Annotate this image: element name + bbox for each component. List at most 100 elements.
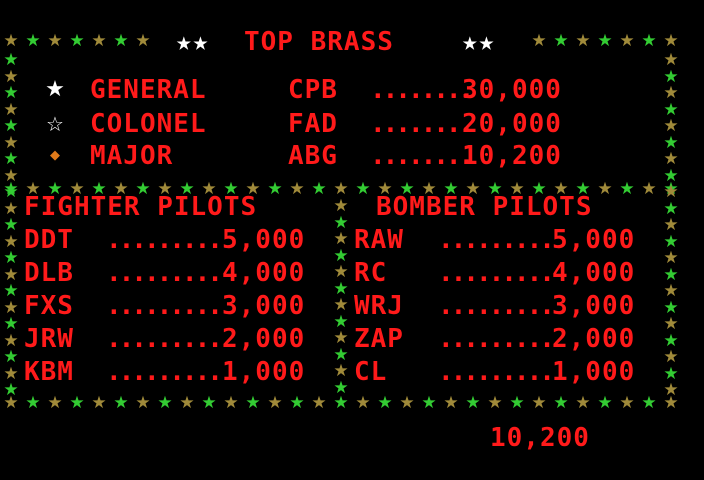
dot-leader: ......... xyxy=(106,291,223,321)
border-star-icon: ★ xyxy=(113,393,129,413)
score-value: 3,000 xyxy=(552,291,636,321)
border-star-icon: ★ xyxy=(289,179,305,199)
dot-leader: ......... xyxy=(438,291,555,321)
player-initials: RC xyxy=(354,258,388,288)
player-initials: CPB xyxy=(288,75,338,105)
dot-leader: ......... xyxy=(106,324,223,354)
score-value: 4,000 xyxy=(222,258,306,288)
border-star-icon: ★ xyxy=(47,393,63,413)
dot-leader: ......... xyxy=(106,225,223,255)
border-star-icon: ★ xyxy=(597,179,613,199)
player-initials: FXS xyxy=(24,291,74,321)
title-stars-left-icon: ★★ xyxy=(176,27,210,57)
dot-leader: ........ xyxy=(370,109,474,139)
border-star-icon: ★ xyxy=(311,179,327,199)
player-initials: WRJ xyxy=(354,291,404,321)
score-value: 1,000 xyxy=(222,357,306,387)
border-star-icon: ★ xyxy=(421,393,437,413)
player-initials: RAW xyxy=(354,225,404,255)
border-star-icon: ★ xyxy=(575,31,591,51)
score-value: 1,000 xyxy=(552,357,636,387)
border-star-icon: ★ xyxy=(3,31,19,51)
border-star-icon: ★ xyxy=(69,393,85,413)
border-star-icon: ★ xyxy=(531,31,547,51)
border-star-icon: ★ xyxy=(179,393,195,413)
player-initials: ABG xyxy=(288,141,338,171)
border-star-icon: ★ xyxy=(289,393,305,413)
fighter-pilots-header: FIGHTER PILOTS xyxy=(24,192,258,222)
border-star-icon: ★ xyxy=(597,393,613,413)
border-star-icon: ★ xyxy=(245,393,261,413)
score-value: 10,200 xyxy=(462,141,562,171)
border-star-icon: ★ xyxy=(267,179,283,199)
border-star-icon: ★ xyxy=(267,393,283,413)
border-star-icon: ★ xyxy=(113,31,129,51)
border-star-icon: ★ xyxy=(509,393,525,413)
dot-leader: ........ xyxy=(370,75,474,105)
border-star-icon: ★ xyxy=(531,393,547,413)
border-star-icon: ★ xyxy=(575,393,591,413)
border-star-icon: ★ xyxy=(619,393,635,413)
border-star-icon: ★ xyxy=(333,378,349,398)
rank-label: COLONEL xyxy=(90,109,207,139)
score-value: 5,000 xyxy=(222,225,306,255)
score-value: 5,000 xyxy=(552,225,636,255)
border-star-icon: ★ xyxy=(25,31,41,51)
border-star-icon: ★ xyxy=(553,31,569,51)
player-initials: DLB xyxy=(24,258,74,288)
dot-leader: ......... xyxy=(106,357,223,387)
border-star-icon: ★ xyxy=(619,179,635,199)
dot-leader: ......... xyxy=(438,225,555,255)
border-star-icon: ★ xyxy=(641,393,657,413)
player-initials: CL xyxy=(354,357,388,387)
dot-leader: ......... xyxy=(106,258,223,288)
score-value: 3,000 xyxy=(222,291,306,321)
score-value: 2,000 xyxy=(222,324,306,354)
border-star-icon: ★ xyxy=(663,380,679,400)
score-value: 2,000 xyxy=(552,324,636,354)
rank-label: MAJOR xyxy=(90,141,174,171)
score-value: 4,000 xyxy=(552,258,636,288)
dot-leader: ......... xyxy=(438,357,555,387)
border-star-icon: ★ xyxy=(91,393,107,413)
border-star-icon: ★ xyxy=(641,179,657,199)
border-star-icon: ★ xyxy=(25,393,41,413)
border-star-icon: ★ xyxy=(465,393,481,413)
border-star-icon: ★ xyxy=(91,31,107,51)
border-star-icon: ★ xyxy=(487,393,503,413)
border-star-icon: ★ xyxy=(641,31,657,51)
border-star-icon: ★ xyxy=(553,393,569,413)
border-star-icon: ★ xyxy=(355,179,371,199)
dot-leader: ......... xyxy=(438,324,555,354)
border-star-icon: ★ xyxy=(619,31,635,51)
bomber-pilots-header: BOMBER PILOTS xyxy=(376,192,593,222)
border-star-icon: ★ xyxy=(47,31,63,51)
player-initials: DDT xyxy=(24,225,74,255)
border-star-icon: ★ xyxy=(663,31,679,51)
dot-leader: ......... xyxy=(438,258,555,288)
border-star-icon: ★ xyxy=(135,31,151,51)
player-initials: FAD xyxy=(288,109,338,139)
player-initials: KBM xyxy=(24,357,74,387)
current-score: 10,200 xyxy=(490,423,590,453)
border-star-icon: ★ xyxy=(69,31,85,51)
title-stars-right-icon: ★★ xyxy=(462,27,496,57)
border-star-icon: ★ xyxy=(311,393,327,413)
outlined-star-icon: ☆ xyxy=(46,112,64,136)
dot-leader: ........ xyxy=(370,141,474,171)
orange-badge-icon: ◆ xyxy=(50,148,60,163)
border-star-icon: ★ xyxy=(201,393,217,413)
score-value: 30,000 xyxy=(462,75,562,105)
rank-label: GENERAL xyxy=(90,75,207,105)
border-star-icon: ★ xyxy=(3,380,19,400)
border-star-icon: ★ xyxy=(355,393,371,413)
screen-title: TOP BRASS xyxy=(244,27,394,57)
border-star-icon: ★ xyxy=(223,393,239,413)
player-initials: JRW xyxy=(24,324,74,354)
border-star-icon: ★ xyxy=(399,393,415,413)
border-star-icon: ★ xyxy=(597,31,613,51)
border-star-icon: ★ xyxy=(135,393,151,413)
border-star-icon: ★ xyxy=(157,393,173,413)
white-star-icon: ★ xyxy=(45,77,65,102)
score-value: 20,000 xyxy=(462,109,562,139)
